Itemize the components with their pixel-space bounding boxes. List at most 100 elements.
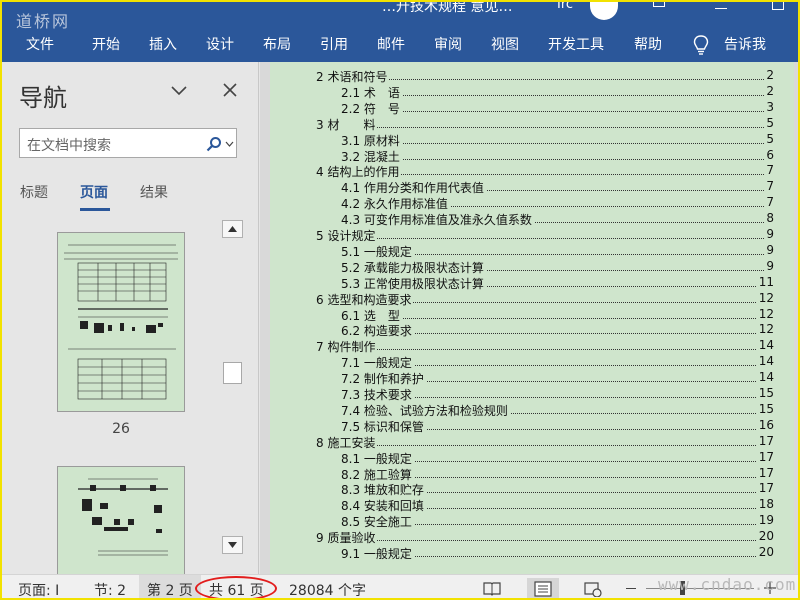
- toc-entry-title: 7.5 标识和保管: [341, 417, 426, 435]
- zoom-out-button[interactable]: [626, 588, 636, 589]
- web-layout-icon[interactable]: [584, 581, 602, 597]
- tab-insert[interactable]: 插入: [149, 30, 177, 62]
- tab-file[interactable]: 文件: [26, 30, 54, 62]
- toc-entry[interactable]: 9.1 一般规定 20: [270, 545, 774, 562]
- toc-entry[interactable]: 7.2 制作和养护 14: [270, 370, 774, 388]
- toc-entry-title: 5 设计规定: [316, 227, 378, 244]
- toc-entry[interactable]: 5.2 承载能力极限状态计算 9: [270, 258, 774, 276]
- tab-view[interactable]: 视图: [491, 30, 519, 62]
- minimize-icon[interactable]: [715, 8, 727, 9]
- status-section[interactable]: 节: 2: [94, 580, 126, 598]
- tab-design[interactable]: 设计: [206, 30, 234, 62]
- toc-entry[interactable]: 4.2 永久作用标准值 7: [270, 195, 774, 213]
- toc-entry[interactable]: 2.2 符 号 3: [270, 99, 774, 117]
- tab-results[interactable]: 结果: [140, 182, 168, 202]
- toc-entry[interactable]: 6 选型和构造要求 12: [270, 290, 774, 308]
- toc-entry-page: 7: [764, 163, 774, 178]
- page-thumbnail[interactable]: [57, 232, 185, 412]
- toc-entry[interactable]: 7.4 检验、试验方法和检验规则 15: [270, 401, 774, 419]
- tab-mailings[interactable]: 邮件: [377, 30, 405, 62]
- search-input[interactable]: 在文档中搜索: [27, 135, 111, 155]
- toc-entry-page: 17: [756, 449, 774, 464]
- toc-entry[interactable]: 8.2 施工验算 17: [270, 465, 774, 483]
- status-page-of[interactable]: 第 2 页: [147, 580, 193, 598]
- tab-home[interactable]: 开始: [92, 30, 120, 62]
- document-page[interactable]: 2 术语和符号 2 2.1 术 语 2 2.2 符 号33 材 料 5 3.1 原材料 5 3.…: [270, 62, 794, 574]
- toc-entry[interactable]: 7.3 技术要求 15: [270, 386, 774, 403]
- toc-entry-page: 2: [764, 83, 774, 98]
- toc-entry[interactable]: 8.1 一般规定 17: [270, 449, 774, 467]
- toc-entry-page: 20: [756, 545, 774, 559]
- nav-search-box[interactable]: 在文档中搜索: [19, 128, 237, 158]
- toc-entry-page: 8: [764, 211, 774, 226]
- close-icon[interactable]: [222, 82, 238, 98]
- status-word-count[interactable]: 28084 个字: [289, 580, 366, 598]
- toc-entry-page: 20: [756, 529, 774, 544]
- toc-entry[interactable]: 7 构件制作 14: [270, 338, 774, 356]
- nav-pane-title: 导航: [19, 84, 67, 112]
- tab-layout[interactable]: 布局: [263, 30, 291, 62]
- toc-entry-title: 7.2 制作和养护: [341, 370, 426, 388]
- toc-entry[interactable]: 2 术语和符号 2: [270, 68, 774, 85]
- status-page-number[interactable]: 页面: I: [18, 580, 59, 598]
- search-icon[interactable]: [206, 136, 222, 152]
- toc-entry-title: 6.2 构造要求: [341, 322, 414, 340]
- tab-developer[interactable]: 开发工具: [548, 30, 604, 62]
- document-title: …升技术规程 意见…: [382, 0, 513, 15]
- ribbon-display-options-icon[interactable]: [653, 2, 665, 7]
- tab-pages[interactable]: 页面: [80, 182, 108, 202]
- user-initials[interactable]: Irc: [557, 2, 573, 12]
- toc-entry-page: 6: [764, 147, 774, 162]
- toc-entry-title: 3.2 混凝土: [341, 147, 402, 165]
- site-watermark: www.cndao.com: [658, 575, 797, 594]
- toc-entry[interactable]: 8.5 安全施工 19: [270, 513, 774, 531]
- ribbon-tabs: 文件 开始 插入 设计 布局 引用 邮件 审阅 视图 开发工具 帮助 告诉我: [2, 30, 798, 62]
- toc-entry-page: 9: [764, 227, 774, 241]
- tab-references[interactable]: 引用: [320, 30, 348, 62]
- toc-dot-leader: [316, 444, 774, 446]
- toc-entry[interactable]: 4 结构上的作用 7: [270, 163, 774, 181]
- toc-entry[interactable]: 7.5 标识和保管 16: [270, 417, 774, 435]
- page-thumbnail[interactable]: [57, 466, 185, 574]
- toc-entry[interactable]: 9 质量验收 20: [270, 529, 774, 547]
- toc-entry-title: 8.1 一般规定: [341, 449, 414, 467]
- print-layout-view-button[interactable]: [527, 578, 559, 598]
- tab-review[interactable]: 审阅: [434, 30, 462, 62]
- toc-entry[interactable]: 3.2 混凝土 6: [270, 147, 774, 165]
- toc-entry-page: 14: [756, 354, 774, 369]
- toc-entry[interactable]: 8.4 安装和回填 18: [270, 497, 774, 515]
- toc-entry[interactable]: 8.3 堆放和贮存 17: [270, 481, 774, 499]
- toc-entry[interactable]: 5 设计规定 9: [270, 227, 774, 244]
- read-mode-icon[interactable]: [483, 581, 501, 596]
- toc-entry-title: 7.3 技术要求: [341, 386, 414, 403]
- toc-entry-title: 2.2 符 号: [341, 99, 402, 117]
- toc-entry-page: 11: [756, 274, 774, 289]
- tab-help[interactable]: 帮助: [634, 30, 662, 62]
- toc-entry[interactable]: 3 材 料 5: [270, 115, 774, 133]
- toc-entry[interactable]: 7.1 一般规定 14: [270, 354, 774, 372]
- maximize-icon[interactable]: [772, 2, 784, 10]
- scroll-down-button[interactable]: [222, 536, 243, 554]
- toc-entry[interactable]: 8 施工安装 17: [270, 433, 774, 451]
- toc-entry[interactable]: 4.3 可变作用标准值及准永久值系数 8: [270, 211, 774, 229]
- toc-entry-page: 17: [756, 465, 774, 480]
- search-options-chevron-icon[interactable]: [225, 140, 234, 148]
- toc-entry[interactable]: 2.1 术 语 2: [270, 83, 774, 101]
- toc-entry[interactable]: 6.2 构造要求 12: [270, 322, 774, 340]
- scroll-thumb[interactable]: [223, 362, 242, 384]
- toc-entry[interactable]: 5.1 一般规定 9: [270, 242, 774, 260]
- thumbnail-scrollbar[interactable]: [222, 220, 243, 554]
- toc-entry[interactable]: 5.3 正常使用极限状态计算 11: [270, 274, 774, 292]
- chevron-down-icon[interactable]: [170, 84, 188, 98]
- user-avatar[interactable]: [590, 2, 618, 20]
- tab-headings[interactable]: 标题: [20, 182, 48, 202]
- toc-entry[interactable]: 3.1 原材料 5: [270, 131, 774, 149]
- document-area[interactable]: 2 术语和符号 2 2.1 术 语 2 2.2 符 号33 材 料 5 3.1 原材料 5 3.…: [260, 62, 798, 574]
- tell-me-search[interactable]: 告诉我: [724, 30, 766, 62]
- triangle-down-icon: [228, 542, 237, 548]
- toc-entry[interactable]: 6.1 选 型 12: [270, 306, 774, 324]
- scroll-up-button[interactable]: [222, 220, 243, 238]
- toc-entry-page: 15: [756, 401, 774, 416]
- lightbulb-icon: [693, 35, 709, 55]
- toc-entry[interactable]: 4.1 作用分类和作用代表值 7: [270, 179, 774, 197]
